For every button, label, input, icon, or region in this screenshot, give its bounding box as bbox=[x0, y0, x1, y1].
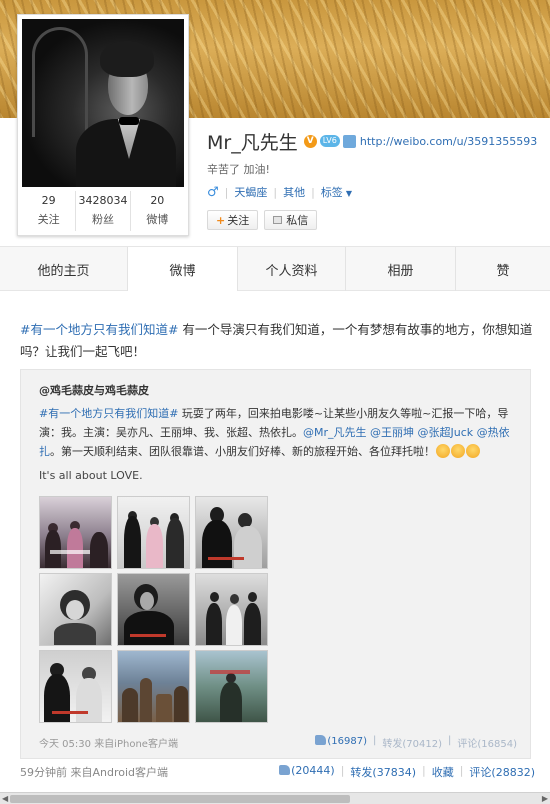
mention-link[interactable]: @王丽坤 bbox=[370, 426, 414, 439]
profile-meta: ♂ | 天蝎座 | 其他 | 标签 ▼ bbox=[207, 184, 352, 200]
profile-tabs: 他的主页 微博 个人资料 相册 赞 bbox=[0, 246, 550, 292]
message-icon bbox=[273, 216, 283, 224]
photo-thumbnail[interactable] bbox=[117, 496, 190, 569]
member-badge-icon[interactable] bbox=[342, 134, 356, 148]
post-time[interactable]: 59分钟前 bbox=[20, 766, 67, 779]
repost-footer: 今天 05:30 来自iPhone客户端 (16987) | 转发(70412)… bbox=[39, 735, 517, 750]
profile-name: Mr_凡先生 bbox=[207, 131, 298, 154]
male-icon: ♂ bbox=[207, 184, 219, 200]
thumbs-up-icon bbox=[279, 765, 291, 775]
repost-text: #有一个地方只有我们知道# 玩耍了两年，回来拍电影喽~让某些小朋友久等啦~汇报一… bbox=[39, 407, 510, 458]
repost-card: @鸡毛蒜皮与鸡毛蒜皮 #有一个地方只有我们知道# 玩耍了两年，回来拍电影喽~让某… bbox=[20, 369, 531, 759]
repost-english: It's all about LOVE. bbox=[39, 469, 143, 482]
scroll-right-icon[interactable]: ▶ bbox=[542, 794, 548, 803]
thumbs-up-icon bbox=[315, 735, 327, 745]
feed: #有一个地方只有我们知道# 有一个导演只有我们知道，一个有梦想有故事的地方，你想… bbox=[0, 291, 550, 791]
emoji-icon bbox=[466, 444, 480, 458]
photo-thumbnail[interactable] bbox=[195, 496, 268, 569]
horizontal-scrollbar[interactable]: ◀ ▶ bbox=[0, 792, 550, 804]
scroll-left-icon[interactable]: ◀ bbox=[2, 794, 8, 803]
post-forward-button[interactable]: 转发(37834) bbox=[350, 764, 416, 780]
emoji-icon bbox=[451, 444, 465, 458]
location-link[interactable]: 天蝎座 bbox=[234, 184, 267, 200]
scrollbar-thumb[interactable] bbox=[10, 795, 350, 803]
repost-topic-link[interactable]: #有一个地方只有我们知道# bbox=[39, 407, 178, 420]
stat-following[interactable]: 29 关注 bbox=[22, 191, 77, 231]
post-comment-button[interactable]: 评论(28832) bbox=[469, 764, 535, 780]
post-topic-link[interactable]: #有一个地方只有我们知道# bbox=[20, 322, 178, 337]
profile-name-row: Mr_凡先生 V LV6 http://weibo.com/u/35913555… bbox=[207, 128, 537, 154]
repost-source[interactable]: 来自iPhone客户端 bbox=[94, 739, 178, 750]
repost-author[interactable]: @鸡毛蒜皮与鸡毛蒜皮 bbox=[39, 382, 149, 398]
homepage-link[interactable]: http://weibo.com/u/3591355593 bbox=[360, 135, 537, 148]
repost-comment-button[interactable]: 评论(16854) bbox=[457, 735, 517, 750]
emoji-icon bbox=[436, 444, 450, 458]
profile-stats: 29 关注 3428034 粉丝 20 微博 bbox=[22, 191, 184, 231]
post-text: #有一个地方只有我们知道# 有一个导演只有我们知道，一个有梦想有故事的地方，你想… bbox=[20, 322, 533, 359]
tab-likes[interactable]: 赞 bbox=[456, 247, 550, 291]
message-button[interactable]: 私信 bbox=[264, 210, 318, 230]
photo-thumbnail[interactable] bbox=[39, 650, 112, 723]
verified-badge-icon[interactable]: V bbox=[303, 134, 317, 148]
post-footer: 59分钟前 来自Android客户端 (20444) | 转发(37834) |… bbox=[20, 764, 535, 780]
photo-thumbnail[interactable] bbox=[117, 650, 190, 723]
tab-home[interactable]: 他的主页 bbox=[0, 247, 128, 291]
stat-posts[interactable]: 20 微博 bbox=[131, 191, 184, 231]
follow-button[interactable]: + 关注 bbox=[207, 210, 259, 230]
avatar-card: 29 关注 3428034 粉丝 20 微博 bbox=[17, 14, 189, 236]
repost-forward-button[interactable]: 转发(70412) bbox=[382, 735, 442, 750]
other-link[interactable]: 其他 bbox=[283, 184, 305, 200]
stat-followers[interactable]: 3428034 粉丝 bbox=[76, 191, 131, 231]
post-source[interactable]: 来自Android客户端 bbox=[71, 766, 169, 779]
photo-thumbnail[interactable] bbox=[195, 650, 268, 723]
profile-actions: + 关注 私信 bbox=[207, 210, 318, 230]
photo-thumbnail[interactable] bbox=[39, 496, 112, 569]
tab-album[interactable]: 相册 bbox=[346, 247, 456, 291]
photo-thumbnail[interactable] bbox=[195, 573, 268, 646]
caret-down-icon: ▼ bbox=[345, 189, 352, 198]
photo-thumbnail[interactable] bbox=[117, 573, 190, 646]
repost-like-button[interactable]: (16987) bbox=[315, 735, 367, 750]
repost-time[interactable]: 今天 05:30 bbox=[39, 739, 91, 750]
tab-weibo[interactable]: 微博 bbox=[128, 247, 238, 292]
mention-link[interactable]: @张超Juck bbox=[418, 426, 474, 439]
mention-link[interactable]: @Mr_凡先生 bbox=[303, 426, 367, 439]
plus-icon: + bbox=[216, 213, 226, 227]
profile-bio: 辛苦了 加油! bbox=[207, 163, 270, 176]
tab-profile-info[interactable]: 个人资料 bbox=[238, 247, 346, 291]
avatar[interactable] bbox=[22, 19, 184, 187]
level-badge[interactable]: LV6 bbox=[319, 135, 340, 147]
photo-thumbnail[interactable] bbox=[39, 573, 112, 646]
tags-dropdown[interactable]: 标签 ▼ bbox=[321, 184, 352, 200]
post-like-button[interactable]: (20444) bbox=[279, 764, 335, 780]
post-favorite-button[interactable]: 收藏 bbox=[432, 764, 454, 780]
